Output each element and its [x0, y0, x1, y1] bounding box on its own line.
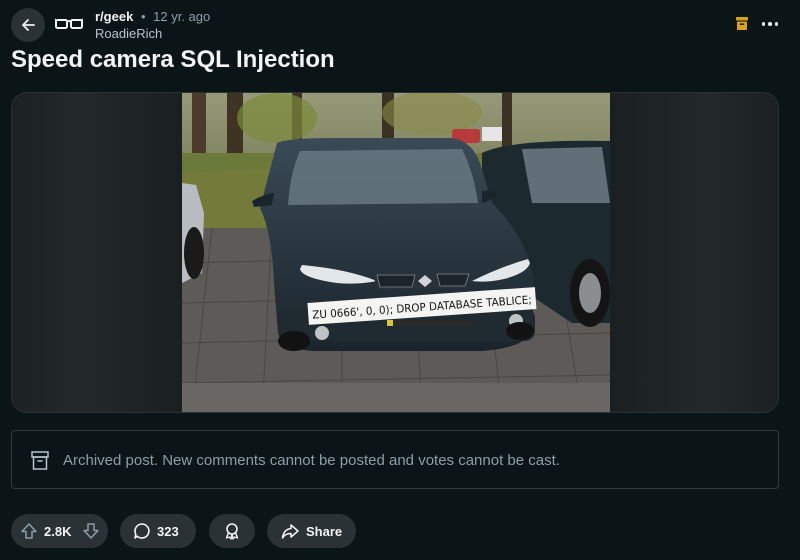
- vote-control: 2.8K: [11, 514, 108, 548]
- post-title: Speed camera SQL Injection: [11, 46, 335, 73]
- more-horizontal-icon: [761, 22, 766, 26]
- archive-box-icon: [31, 451, 49, 470]
- more-options-button[interactable]: [755, 11, 785, 37]
- share-label: Share: [306, 524, 343, 539]
- post-media: ZU 0666', 0, 0); DROP DATABASE TABLICE;: [11, 92, 779, 413]
- arrow-left-icon: [22, 19, 35, 31]
- glasses-icon: [55, 18, 83, 29]
- post-header: r/geek • 12 yr. ago RoadieRich: [0, 0, 800, 46]
- comment-count: 323: [157, 524, 179, 539]
- award-button[interactable]: [209, 514, 255, 548]
- back-button[interactable]: [11, 8, 45, 42]
- vote-score: 2.8K: [44, 524, 72, 539]
- upvote-arrow-icon[interactable]: [20, 522, 38, 540]
- share-arrow-icon: [281, 524, 299, 539]
- speech-bubble-icon: [134, 523, 150, 539]
- archived-notice-text: Archived post. New comments cannot be po…: [63, 452, 560, 469]
- author-link[interactable]: RoadieRich: [95, 25, 210, 42]
- comments-button[interactable]: 323: [120, 514, 196, 548]
- meta-separator: •: [140, 9, 146, 24]
- award-ribbon-icon: [225, 523, 239, 540]
- post-meta: r/geek • 12 yr. ago RoadieRich: [95, 8, 210, 42]
- archive-badge-icon: [736, 17, 748, 30]
- subreddit-avatar[interactable]: [53, 8, 85, 40]
- share-button[interactable]: Share: [267, 514, 356, 548]
- post-age: 12 yr. ago: [153, 9, 211, 24]
- downvote-arrow-icon[interactable]: [82, 522, 100, 540]
- subreddit-link[interactable]: r/geek: [95, 9, 133, 24]
- archived-notice: Archived post. New comments cannot be po…: [11, 430, 779, 489]
- media-blur-left: [12, 93, 182, 412]
- media-blur-right: [608, 93, 778, 412]
- post-image[interactable]: ZU 0666', 0, 0); DROP DATABASE TABLICE;: [182, 93, 610, 413]
